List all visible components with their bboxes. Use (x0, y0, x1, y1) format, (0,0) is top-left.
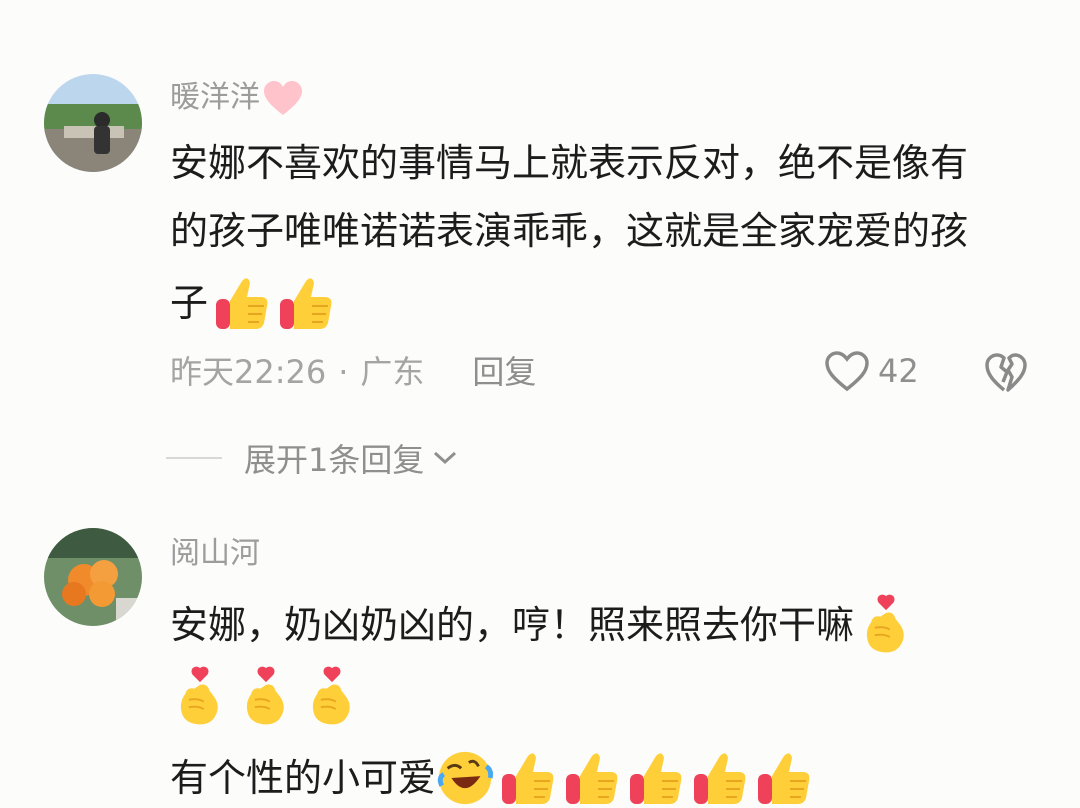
comment-text-line: 安娜不喜欢的事情马上就表示反对，绝不是像有 (170, 141, 969, 185)
pink-heart-icon (264, 81, 302, 115)
thumbs-up-icon (498, 748, 558, 808)
separator: · (338, 353, 349, 391)
chevron-down-icon (434, 451, 457, 465)
rolling-laughing-icon (436, 749, 494, 807)
comment-text-line: 的孩子唯唯诺诺表演乖乖，这就是全家宠爱的孩 (170, 209, 969, 253)
thumbs-up-icon (212, 273, 272, 333)
comment-text: 安娜，奶凶奶凶的，哼！照来照去你干嘛 (170, 603, 855, 647)
comment-text: 子 (170, 281, 209, 325)
thumbs-up-icon (276, 273, 336, 333)
heart-outline-icon (825, 351, 869, 392)
thumbs-up-icon (626, 748, 686, 808)
finger-heart-icon (304, 666, 360, 728)
finger-heart-icon (172, 666, 228, 728)
reply-button[interactable]: 回复 (472, 352, 536, 392)
comment-text-line: 有个性的小可爱 (170, 748, 814, 808)
finger-heart-icon (238, 666, 294, 728)
username-text[interactable]: 暖洋洋 (170, 78, 260, 118)
comment-text: 有个性的小可爱 (170, 756, 437, 800)
expand-replies-button[interactable]: 展开1条回复 (166, 435, 460, 481)
like-count: 42 (878, 352, 919, 390)
username[interactable]: 阅山河 (170, 534, 260, 574)
comment-emoji-line (172, 666, 360, 728)
like-button[interactable]: 42 (824, 350, 919, 392)
thumbs-up-icon (754, 748, 814, 808)
username[interactable]: 暖洋洋 (170, 78, 304, 118)
username-text[interactable]: 阅山河 (170, 534, 260, 574)
thumbs-up-icon (562, 748, 622, 808)
expand-replies-label[interactable]: 展开1条回复 (244, 435, 424, 481)
finger-heart-icon (858, 594, 914, 656)
comment-text-line: 子 (170, 273, 336, 333)
divider (166, 457, 222, 459)
broken-heart-icon (985, 353, 1027, 392)
comment-meta: 昨天22:26 · 广东 回复 (170, 352, 536, 392)
avatar[interactable] (44, 528, 142, 626)
thumbs-up-icon (690, 748, 750, 808)
avatar[interactable] (44, 74, 142, 172)
location: 广东 (360, 353, 425, 391)
dislike-button[interactable] (984, 352, 1028, 398)
timestamp: 昨天22:26 (170, 353, 327, 391)
comment-text-line: 安娜，奶凶奶凶的，哼！照来照去你干嘛 (170, 594, 914, 656)
